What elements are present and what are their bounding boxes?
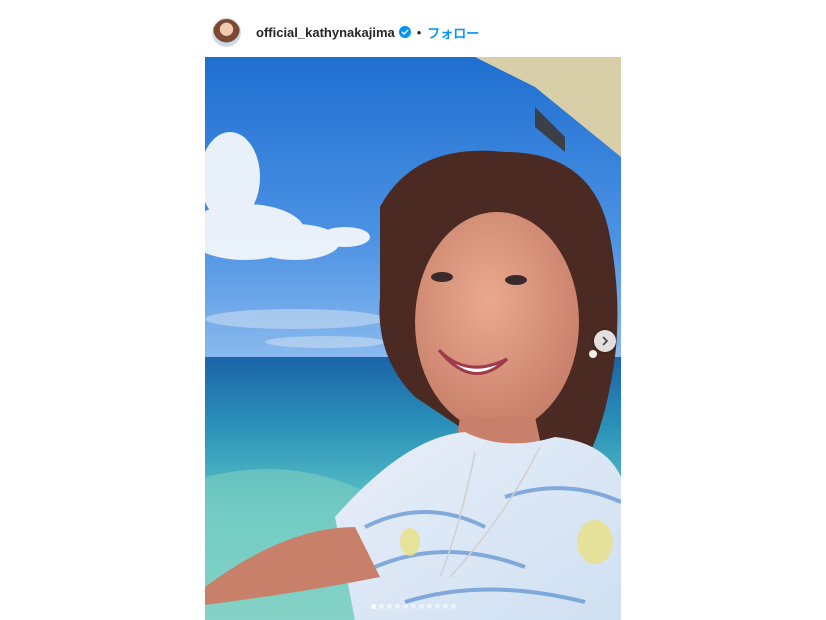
post-header: official_kathynakajima • フォロー bbox=[212, 17, 479, 47]
eye-left bbox=[431, 272, 453, 282]
avatar[interactable] bbox=[212, 17, 241, 47]
carousel-dot bbox=[426, 604, 432, 609]
carousel-dot bbox=[370, 604, 376, 609]
username[interactable]: official_kathynakajima bbox=[256, 25, 395, 40]
carousel-dot bbox=[418, 604, 424, 609]
carousel-dot bbox=[402, 604, 408, 609]
carousel-dot bbox=[386, 604, 392, 609]
carousel-dot bbox=[410, 604, 416, 609]
carousel-pagination bbox=[0, 604, 826, 609]
earring bbox=[589, 350, 597, 358]
separator: • bbox=[416, 24, 422, 40]
chevron-right-icon bbox=[602, 336, 609, 346]
carousel-dot bbox=[450, 604, 456, 609]
face bbox=[415, 212, 579, 432]
carousel-dot bbox=[394, 604, 400, 609]
carousel-dot bbox=[442, 604, 448, 609]
post-photo[interactable] bbox=[205, 57, 621, 620]
follow-button[interactable]: フォロー bbox=[427, 23, 479, 42]
eye-right bbox=[505, 275, 527, 285]
carousel-next-button[interactable] bbox=[594, 330, 616, 352]
carousel-dot bbox=[434, 604, 440, 609]
verified-badge-icon bbox=[398, 26, 411, 38]
carousel-dot bbox=[378, 604, 384, 609]
